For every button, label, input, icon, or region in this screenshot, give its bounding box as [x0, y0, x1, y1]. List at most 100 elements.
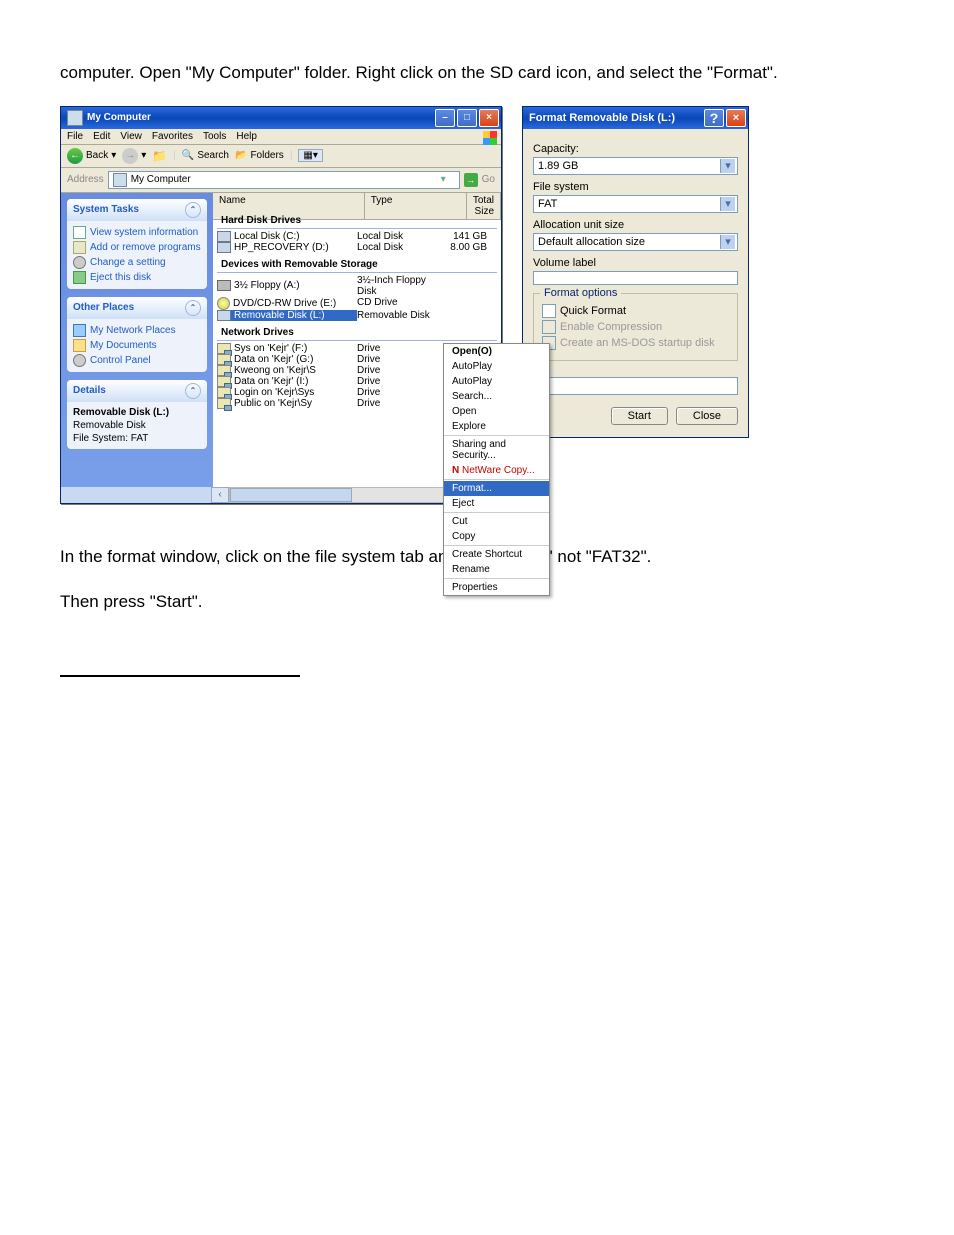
views-button[interactable]: ▦▾ — [298, 149, 322, 162]
toolbar: ← Back ▾ → ▾ 📁 | 🔍 Search 📂 Folders | ▦▾ — [61, 145, 501, 168]
chevron-down-icon[interactable]: ▾ — [441, 174, 455, 185]
search-button[interactable]: 🔍 Search — [182, 150, 229, 161]
cm-cut[interactable]: Cut — [444, 514, 549, 529]
cm-properties[interactable]: Properties — [444, 580, 549, 595]
floppy-icon — [217, 280, 231, 291]
collapse-icon[interactable]: ⌃ — [185, 300, 201, 316]
other-places-panel: Other Places ⌃ My Network Places My Docu… — [67, 297, 207, 372]
task-view-info[interactable]: View system information — [73, 225, 201, 240]
menu-bar[interactable]: File Edit View Favorites Tools Help — [61, 129, 501, 145]
cm-explore[interactable]: Explore — [444, 419, 549, 434]
details-line-1: Removable Disk (L:) — [73, 406, 201, 419]
address-label: Address — [67, 174, 104, 185]
address-input[interactable]: My Computer ▾ — [108, 171, 460, 189]
filesystem-select[interactable]: FAT — [533, 195, 738, 213]
volume-label-input[interactable] — [533, 271, 738, 285]
menu-separator — [444, 545, 549, 546]
up-button[interactable]: 📁 — [152, 149, 167, 163]
horizontal-scrollbar[interactable]: ‹ › — [61, 487, 501, 503]
scroll-left-icon[interactable]: ‹ — [211, 487, 229, 503]
cm-open[interactable]: Open(O) — [444, 344, 549, 359]
drive-row[interactable]: 3½ Floppy (A:) 3½-Inch Floppy Disk — [213, 275, 501, 297]
cm-autoplay[interactable]: AutoPlay — [444, 359, 549, 374]
menu-file[interactable]: File — [67, 131, 83, 142]
other-places-header[interactable]: Other Places ⌃ — [67, 297, 207, 319]
close-button[interactable]: × — [479, 109, 499, 127]
network-icon — [73, 324, 86, 337]
task-eject[interactable]: Eject this disk — [73, 270, 201, 285]
menu-separator — [444, 479, 549, 480]
cm-rename[interactable]: Rename — [444, 562, 549, 577]
drive-row-selected[interactable]: Removable Disk (L:) Removable Disk — [213, 310, 501, 321]
collapse-icon[interactable]: ⌃ — [185, 202, 201, 218]
gear-icon — [73, 256, 86, 269]
menu-view[interactable]: View — [120, 131, 142, 142]
quick-format-checkbox[interactable]: Quick Format — [542, 304, 729, 318]
checkbox-label: Quick Format — [560, 305, 626, 317]
netdrive-icon — [217, 398, 231, 409]
menu-edit[interactable]: Edit — [93, 131, 110, 142]
start-button[interactable]: Start — [611, 407, 668, 425]
menu-help[interactable]: Help — [236, 131, 257, 142]
netdrive-icon — [217, 354, 231, 365]
drive-row[interactable]: Local Disk (C:) Local Disk141 GB — [213, 231, 501, 242]
explorer-body: System Tasks ⌃ View system information A… — [61, 193, 501, 503]
enable-compression-checkbox: Enable Compression — [542, 320, 729, 334]
checkbox-icon — [542, 320, 556, 334]
netdrive-icon — [217, 376, 231, 387]
checkbox-icon — [542, 304, 556, 318]
system-tasks-header[interactable]: System Tasks ⌃ — [67, 199, 207, 221]
place-network[interactable]: My Network Places — [73, 323, 201, 338]
titlebar[interactable]: My Computer – □ × — [61, 107, 501, 129]
cm-autoplay[interactable]: AutoPlay — [444, 374, 549, 389]
menu-favorites[interactable]: Favorites — [152, 131, 193, 142]
drive-row[interactable]: DVD/CD-RW Drive (E:) CD Drive — [213, 297, 501, 310]
cd-icon — [217, 297, 230, 310]
format-dialog: Format Removable Disk (L:) ? × Capacity:… — [522, 106, 749, 438]
cm-sharing[interactable]: Sharing and Security... — [444, 437, 549, 463]
capacity-select[interactable]: 1.89 GB — [533, 157, 738, 175]
close-button[interactable]: Close — [676, 407, 738, 425]
scroll-thumb[interactable] — [230, 488, 352, 502]
details-header[interactable]: Details ⌃ — [67, 380, 207, 402]
drive-icon — [217, 242, 231, 253]
cm-open2[interactable]: Open — [444, 404, 549, 419]
panel-title: System Tasks — [73, 204, 139, 215]
cm-netware[interactable]: NetWare Copy... — [444, 463, 549, 478]
alloc-label: Allocation unit size — [533, 219, 738, 231]
folders-label: Folders — [250, 150, 283, 161]
cm-search[interactable]: Search... — [444, 389, 549, 404]
forward-button[interactable]: → ▾ — [122, 148, 146, 164]
sidebar: System Tasks ⌃ View system information A… — [61, 193, 213, 503]
alloc-select[interactable]: Default allocation size — [533, 233, 738, 251]
maximize-button[interactable]: □ — [457, 109, 477, 127]
address-value: My Computer — [131, 174, 191, 185]
help-button[interactable]: ? — [704, 109, 724, 127]
collapse-icon[interactable]: ⌃ — [185, 383, 201, 399]
close-button[interactable]: × — [726, 109, 746, 127]
drive-row[interactable]: HP_RECOVERY (D:) Local Disk8.00 GB — [213, 242, 501, 253]
go-icon[interactable]: → — [464, 173, 478, 187]
place-control-panel[interactable]: Control Panel — [73, 353, 201, 368]
details-line-3: File System: FAT — [73, 432, 201, 445]
format-title: Format Removable Disk (L:) — [529, 112, 675, 124]
menu-tools[interactable]: Tools — [203, 131, 226, 142]
windows-flag-icon — [483, 131, 497, 145]
place-documents[interactable]: My Documents — [73, 338, 201, 353]
go-label[interactable]: Go — [482, 174, 495, 185]
cm-shortcut[interactable]: Create Shortcut — [444, 547, 549, 562]
cm-eject[interactable]: Eject — [444, 496, 549, 511]
task-change-setting[interactable]: Change a setting — [73, 255, 201, 270]
checkbox-label: Enable Compression — [560, 321, 662, 333]
address-bar: Address My Computer ▾ → Go — [61, 168, 501, 193]
context-menu[interactable]: Open(O) AutoPlay AutoPlay Search... Open… — [443, 343, 550, 596]
format-titlebar[interactable]: Format Removable Disk (L:) ? × — [523, 107, 748, 129]
task-add-remove[interactable]: Add or remove programs — [73, 240, 201, 255]
minimize-button[interactable]: – — [435, 109, 455, 127]
intro-paragraph: computer. Open "My Computer" folder. Rig… — [60, 60, 894, 86]
folders-button[interactable]: 📂 Folders — [235, 150, 284, 161]
filesystem-label: File system — [533, 181, 738, 193]
cm-copy[interactable]: Copy — [444, 529, 549, 544]
cm-format[interactable]: Format... — [444, 481, 549, 496]
back-button[interactable]: ← Back ▾ — [67, 148, 116, 164]
